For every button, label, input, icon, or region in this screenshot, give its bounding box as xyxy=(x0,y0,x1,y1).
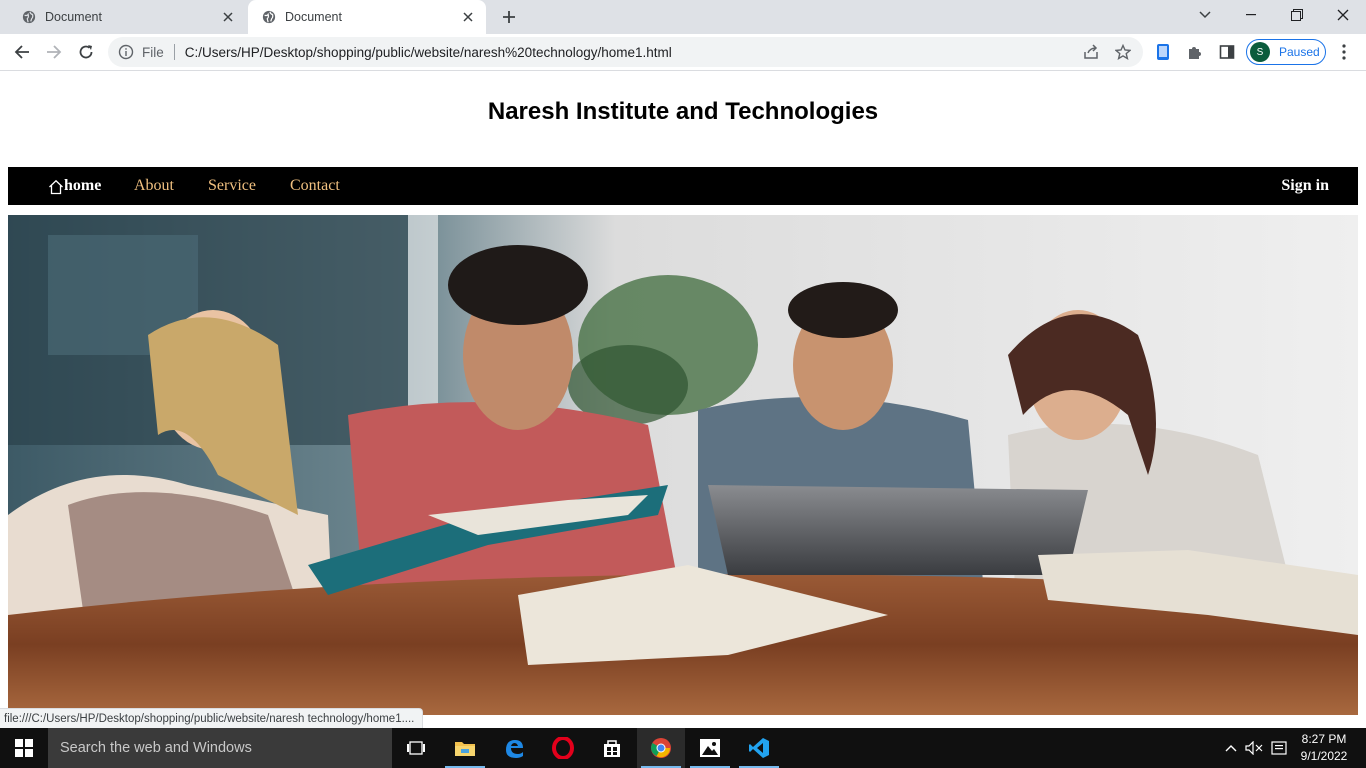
globe-icon xyxy=(22,10,36,24)
nav-home-label: home xyxy=(64,177,102,194)
hero-image xyxy=(8,215,1358,715)
minimize-button[interactable] xyxy=(1228,0,1274,30)
url-text[interactable]: C:/Users/HP/Desktop/shopping/public/webs… xyxy=(185,45,672,60)
file-explorer-icon[interactable] xyxy=(441,728,489,768)
address-bar[interactable]: File C:/Users/HP/Desktop/shopping/public… xyxy=(108,37,1143,67)
extensions-puzzle-icon[interactable] xyxy=(1185,42,1205,62)
students-studying-photo xyxy=(8,215,1358,715)
windows-taskbar: Search the web and Windows 8:27 PM 9/1/2… xyxy=(0,728,1366,768)
browser-tab-active[interactable]: Document xyxy=(248,0,486,34)
store-icon[interactable] xyxy=(588,728,636,768)
start-button[interactable] xyxy=(0,728,48,768)
nav-home-link[interactable]: home xyxy=(48,177,101,195)
browser-tab[interactable]: Document xyxy=(8,0,246,34)
photos-icon[interactable] xyxy=(686,728,734,768)
taskbar-search-input[interactable]: Search the web and Windows xyxy=(48,728,392,768)
chevron-up-icon[interactable] xyxy=(1221,738,1241,758)
nav-contact-link[interactable]: Contact xyxy=(290,177,340,195)
windows-logo-icon xyxy=(15,739,33,757)
tab-title: Document xyxy=(45,10,102,24)
volume-muted-icon[interactable] xyxy=(1244,738,1264,758)
task-view-icon[interactable] xyxy=(392,728,440,768)
share-icon[interactable] xyxy=(1081,42,1101,62)
page-title: Naresh Institute and Technologies xyxy=(487,98,879,125)
page-viewport: Naresh Institute and Technologies home A… xyxy=(0,71,1366,728)
side-panel-icon[interactable] xyxy=(1217,42,1237,62)
extension-phone-icon[interactable] xyxy=(1153,42,1173,62)
chrome-icon[interactable] xyxy=(637,728,685,768)
clock-time: 8:27 PM xyxy=(1301,732,1347,746)
browser-toolbar: File C:/Users/HP/Desktop/shopping/public… xyxy=(0,34,1366,71)
restore-button[interactable] xyxy=(1274,0,1320,30)
nav-service-link[interactable]: Service xyxy=(208,177,256,195)
vscode-icon[interactable] xyxy=(735,728,783,768)
tab-title: Document xyxy=(285,10,342,24)
kebab-menu-icon[interactable] xyxy=(1334,42,1354,62)
tab-search-button[interactable] xyxy=(1182,0,1228,30)
forward-button[interactable] xyxy=(40,38,68,66)
clock-date: 9/1/2022 xyxy=(1300,749,1348,763)
opera-icon[interactable] xyxy=(539,728,587,768)
new-tab-button[interactable] xyxy=(498,6,520,28)
reload-button[interactable] xyxy=(72,38,100,66)
close-icon[interactable] xyxy=(460,9,476,25)
site-navbar: home About Service Contact Sign in xyxy=(8,167,1358,205)
close-window-button[interactable] xyxy=(1320,0,1366,30)
nav-signin-link[interactable]: Sign in xyxy=(1281,177,1329,195)
home-icon xyxy=(49,179,63,195)
edge-icon[interactable] xyxy=(490,728,538,768)
action-center-icon[interactable] xyxy=(1269,738,1289,758)
taskbar-clock[interactable]: 8:27 PM 9/1/2022 xyxy=(1296,731,1352,765)
browser-tab-strip: Document Document xyxy=(0,0,1366,34)
globe-icon xyxy=(262,10,276,24)
omnibox-divider xyxy=(173,44,175,60)
info-icon[interactable] xyxy=(118,44,134,60)
back-button[interactable] xyxy=(8,38,36,66)
profile-button[interactable]: S Paused xyxy=(1246,39,1326,65)
nav-about-link[interactable]: About xyxy=(134,177,174,195)
bookmark-star-icon[interactable] xyxy=(1113,42,1133,62)
profile-status: Paused xyxy=(1279,45,1320,59)
avatar: S xyxy=(1250,42,1270,62)
status-url-bubble: file:///C:/Users/HP/Desktop/shopping/pub… xyxy=(0,708,424,728)
close-icon[interactable] xyxy=(220,9,236,25)
scheme-label: File xyxy=(142,44,164,60)
